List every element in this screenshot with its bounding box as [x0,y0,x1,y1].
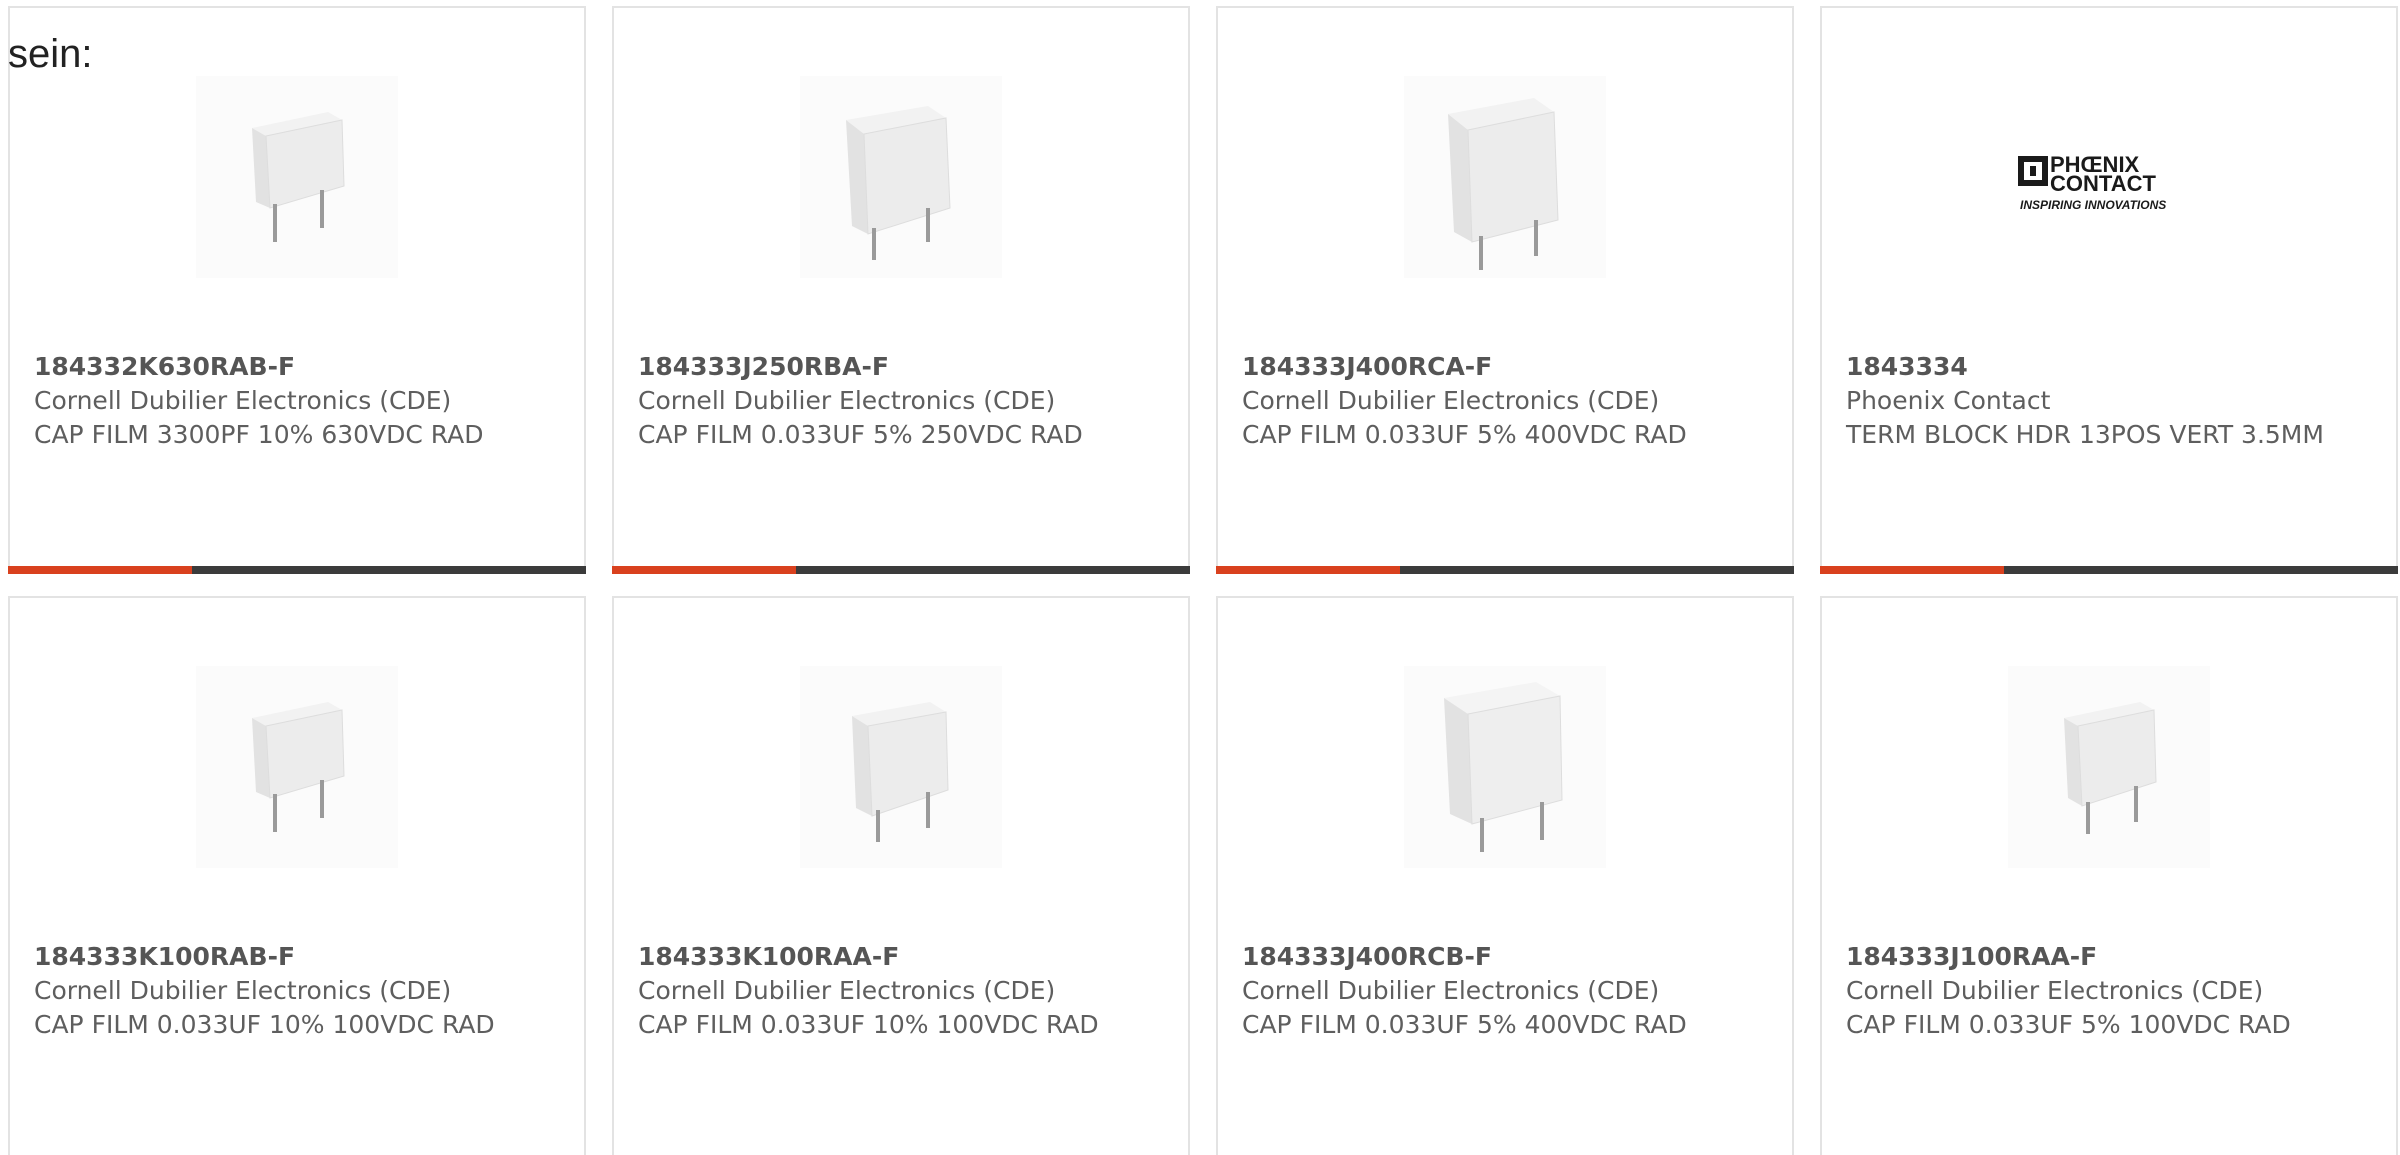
product-image[interactable] [1404,666,1606,868]
product-description: CAP FILM 0.033UF 10% 100VDC RAD [638,1010,1099,1039]
card-accent-bar [1216,566,1400,574]
section-heading: sein: [8,32,93,76]
manufacturer-name: Phoenix Contact [1846,386,2051,415]
manufacturer-name: Cornell Dubilier Electronics (CDE) [34,386,452,415]
product-image[interactable] [196,666,398,868]
product-image[interactable] [196,76,398,278]
product-description: CAP FILM 0.033UF 10% 100VDC RAD [34,1010,495,1039]
svg-text:CONTACT: CONTACT [2050,171,2156,196]
film-capacitor-icon [1444,682,1563,852]
product-card[interactable]: 184333K100RAB-F Cornell Dubilier Electro… [8,596,586,1155]
part-number-link[interactable]: 184333J100RAA-F [1846,940,2372,974]
manufacturer-name: Cornell Dubilier Electronics (CDE) [34,976,452,1005]
card-footer-bar [612,566,1190,574]
product-card[interactable]: 184333J100RAA-F Cornell Dubilier Electro… [1820,596,2398,1155]
product-card[interactable]: 184333J400RCB-F Cornell Dubilier Electro… [1216,596,1794,1155]
product-description: CAP FILM 0.033UF 5% 400VDC RAD [1242,1010,1687,1039]
card-accent-bar [1820,566,2004,574]
manufacturer-name: Cornell Dubilier Electronics (CDE) [1846,976,2264,1005]
svg-text:INSPIRING INNOVATIONS: INSPIRING INNOVATIONS [2020,198,2166,212]
product-card[interactable]: 184333J250RBA-F Cornell Dubilier Electro… [612,6,1190,574]
film-capacitor-icon [1448,98,1559,270]
product-image[interactable] [2008,666,2210,868]
product-image[interactable] [800,76,1002,278]
product-description: CAP FILM 0.033UF 5% 250VDC RAD [638,420,1083,449]
product-card[interactable]: 184333J400RCA-F Cornell Dubilier Electro… [1216,6,1794,574]
film-capacitor-icon [846,106,951,260]
card-footer-bar [1820,566,2398,574]
part-number-link[interactable]: 184333J400RCA-F [1242,350,1768,384]
product-image[interactable] [1404,76,1606,278]
product-image[interactable]: PHŒNIX CONTACT INSPIRING INNOVATIONS [2008,76,2210,278]
manufacturer-name: Cornell Dubilier Electronics (CDE) [638,976,1056,1005]
manufacturer-name: Cornell Dubilier Electronics (CDE) [638,386,1056,415]
film-capacitor-icon [2064,702,2157,834]
part-number-link[interactable]: 1843334 [1846,350,2372,384]
part-number-link[interactable]: 184333J250RBA-F [638,350,1164,384]
card-accent-bar [8,566,192,574]
manufacturer-name: Cornell Dubilier Electronics (CDE) [1242,386,1660,415]
part-number-link[interactable]: 184332K630RAB-F [34,350,560,384]
product-description: CAP FILM 3300PF 10% 630VDC RAD [34,420,484,449]
product-description: TERM BLOCK HDR 13POS VERT 3.5MM [1846,420,2324,449]
card-footer-bar [8,566,586,574]
product-description: CAP FILM 0.033UF 5% 100VDC RAD [1846,1010,2291,1039]
phoenix-contact-logo: PHŒNIX CONTACT INSPIRING INNOVATIONS [2018,152,2166,212]
film-capacitor-icon [852,702,949,842]
part-number-link[interactable]: 184333J400RCB-F [1242,940,1768,974]
part-number-link[interactable]: 184333K100RAB-F [34,940,560,974]
product-card[interactable]: 184333K100RAA-F Cornell Dubilier Electro… [612,596,1190,1155]
film-capacitor-icon [252,112,345,242]
manufacturer-name: Cornell Dubilier Electronics (CDE) [1242,976,1660,1005]
product-card[interactable]: PHŒNIX CONTACT INSPIRING INNOVATIONS 184… [1820,6,2398,574]
card-footer-bar [1216,566,1794,574]
card-accent-bar [612,566,796,574]
film-capacitor-icon [252,702,345,832]
product-description: CAP FILM 0.033UF 5% 400VDC RAD [1242,420,1687,449]
product-card[interactable]: 184332K630RAB-F Cornell Dubilier Electro… [8,6,586,574]
product-image[interactable] [800,666,1002,868]
part-number-link[interactable]: 184333K100RAA-F [638,940,1164,974]
